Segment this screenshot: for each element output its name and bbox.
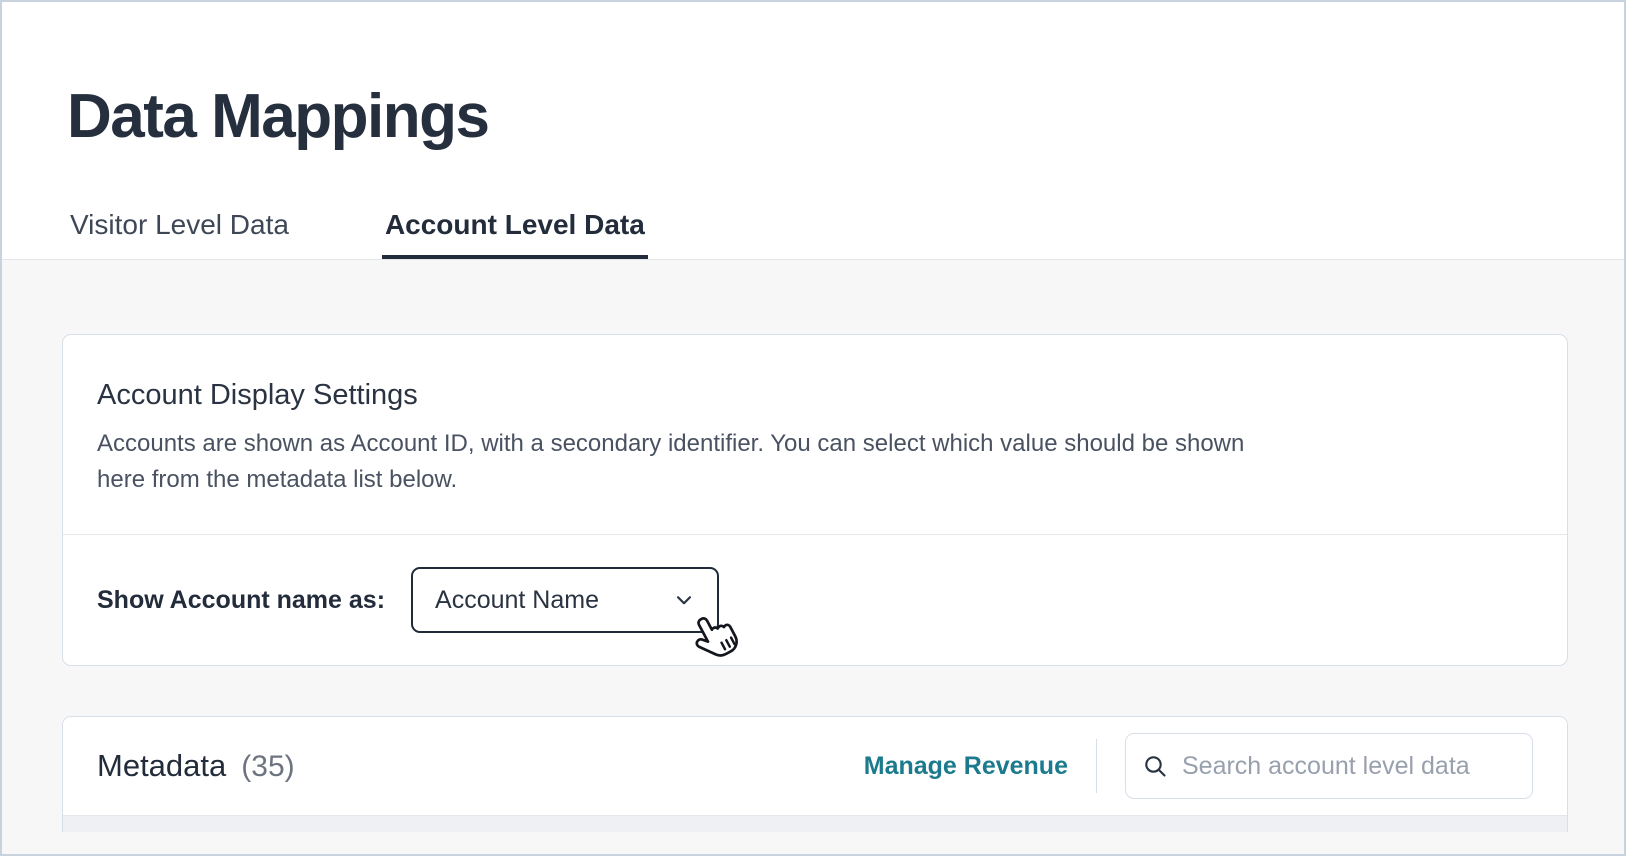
- tab-visitor-level-data[interactable]: Visitor Level Data: [67, 209, 292, 259]
- chevron-down-icon: [676, 596, 692, 605]
- account-name-dropdown[interactable]: Account Name: [411, 567, 738, 657]
- account-display-settings-heading: Account Display Settings: [97, 379, 418, 412]
- vertical-divider: [1096, 739, 1097, 794]
- dropdown-selected-value: Account Name: [435, 585, 599, 614]
- account-display-settings-description: Accounts are shown as Account ID, with a…: [97, 426, 1533, 498]
- metadata-card: Metadata (35) Manage Revenue: [62, 716, 1568, 833]
- tab-bar: Visitor Level Data Account Level Data: [67, 209, 1560, 260]
- search-box[interactable]: [1125, 733, 1533, 800]
- page-body: Account Display Settings Accounts are sh…: [2, 260, 1624, 854]
- hand-pointer-cursor-icon: [695, 617, 738, 657]
- tab-account-level-data[interactable]: Account Level Data: [381, 209, 648, 260]
- manage-revenue-link[interactable]: Manage Revenue: [864, 752, 1068, 781]
- metadata-title-group: Metadata (35): [97, 748, 295, 784]
- account-display-settings-header: Account Display Settings Accounts are sh…: [63, 335, 1567, 534]
- metadata-heading: Metadata: [97, 748, 227, 784]
- description-line-2: here from the metadata list below.: [97, 466, 458, 494]
- page-title: Data Mappings: [67, 82, 490, 151]
- app-window: Data Mappings Visitor Level Data Account…: [0, 0, 1626, 856]
- table-row-partial: [63, 816, 1567, 833]
- page-header: Data Mappings Visitor Level Data Account…: [2, 2, 1624, 261]
- search-icon: [1145, 755, 1166, 777]
- account-display-settings-card: Account Display Settings Accounts are sh…: [62, 334, 1568, 667]
- description-line-1: Accounts are shown as Account ID, with a…: [97, 430, 1245, 458]
- show-account-name-row: Show Account name as: Account Name: [63, 534, 1567, 665]
- metadata-header-row: Metadata (35) Manage Revenue: [63, 717, 1567, 817]
- search-input[interactable]: [1182, 751, 1516, 781]
- metadata-count-badge: (35): [241, 750, 295, 784]
- metadata-actions: Manage Revenue: [864, 733, 1533, 800]
- show-account-name-label: Show Account name as:: [97, 585, 386, 614]
